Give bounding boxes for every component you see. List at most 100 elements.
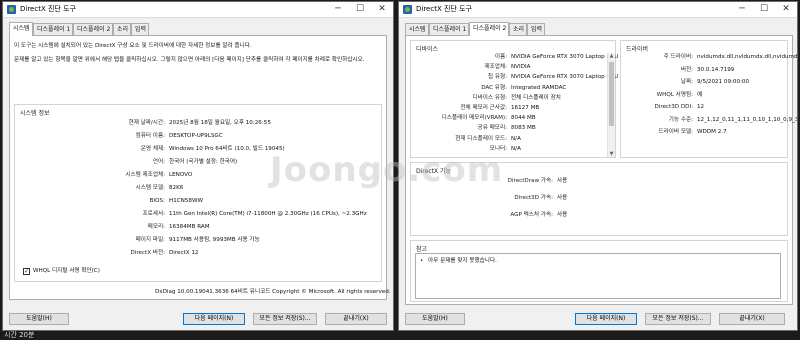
row-value: 16384MB RAM — [169, 224, 210, 230]
whql-label: WHQL 디지털 서명 확인(C) — [33, 268, 100, 274]
row-value: 8044 MB — [511, 115, 536, 122]
row-label: Direct3D DDI: — [654, 104, 693, 110]
tab-system[interactable]: 시스템 — [9, 22, 33, 36]
row-value: NVIDIA GeForce RTX 3070 Laptop GPU — [511, 74, 619, 81]
row-label: DAC 유형: — [481, 84, 507, 91]
row-label: DirectX 버전: — [130, 250, 165, 256]
row-label: 메모리: — [147, 224, 165, 230]
window-title: DirectX 진단 도구 — [416, 5, 472, 13]
tab-display-2[interactable]: 디스플레이 2 — [73, 23, 113, 35]
tab-system[interactable]: 시스템 — [405, 23, 429, 35]
row-label: 디스플레이 메모리(VRAM): — [441, 115, 507, 122]
tab-sound[interactable]: 소리 — [113, 23, 131, 35]
row-value: 사용 — [557, 212, 568, 218]
notes-group: 참고 • 아무 문제를 찾지 못했습니다. — [410, 240, 788, 302]
row-label: 버전: — [680, 66, 693, 73]
row-value: 16127 MB — [511, 105, 540, 111]
notes-group-title: 참고 — [416, 246, 428, 253]
row-label: 시스템 모델: — [135, 185, 165, 191]
driver-group-title: 드라이버 — [626, 46, 649, 53]
close-icon[interactable]: ✕ — [775, 2, 797, 17]
scroll-up-icon[interactable]: ▲ — [608, 53, 615, 59]
row-label: 컴퓨터 이름: — [135, 133, 165, 139]
row-label: WHQL 서명됨: — [656, 91, 693, 98]
row-value: 사용 — [557, 178, 568, 184]
row-value: N/A — [511, 145, 521, 152]
intro-text: 이 도구는 시스템에 설치되어 있는 DirectX 구성 요소 및 드라이버에… — [14, 43, 252, 49]
tab-input[interactable]: 입력 — [131, 23, 149, 35]
save-all-info-button[interactable]: 모든 정보 저장(S)... — [253, 313, 317, 325]
row-value: 30.0.14.7199 — [697, 66, 735, 73]
watermark-logo: Joongo.com — [270, 150, 504, 190]
title-bar[interactable]: DirectX 진단 도구 ─ ☐ ✕ — [3, 2, 393, 18]
row-label: 기능 수준: — [668, 116, 693, 123]
row-value: 한국어 (국가별 설정: 한국어) — [169, 159, 238, 165]
device-group: 디바이스 이름: NVIDIA GeForce RTX 3070 Laptop G… — [410, 40, 619, 158]
row-label: 시스템 제조업체: — [125, 172, 165, 178]
row-label: 칩 유형: — [487, 74, 507, 81]
row-value: Windows 10 Pro 64비트 (10.0, 빌드 19045) — [169, 146, 285, 152]
row-value: NVIDIA — [511, 64, 531, 71]
note-bullet: • — [420, 258, 424, 264]
row-label: 현재 디스플레이 모드: — [455, 135, 507, 142]
system-info-group: 시스템 정보 현재 날짜/시간: 2025년 8월 18일 월요일, 오후 10:… — [14, 104, 382, 282]
tab-display-1[interactable]: 디스플레이 1 — [429, 23, 469, 35]
tab-input[interactable]: 입력 — [527, 23, 545, 35]
device-group-title: 디바이스 — [416, 46, 439, 53]
row-label: BIOS: — [149, 198, 165, 204]
row-value: DirectX 12 — [169, 250, 199, 256]
row-value: 8083 MB — [511, 125, 536, 132]
notes-box[interactable]: • 아무 문제를 찾지 못했습니다. — [415, 253, 781, 299]
driver-group: 드라이버 주 드라이버: nvldumdx.dll,nvldumdx.dll,nv… — [620, 40, 797, 158]
whql-checkbox[interactable]: ✓ — [23, 268, 30, 275]
exit-button[interactable]: 끝내기(X) — [719, 313, 785, 325]
row-value: DESKTOP-UP9LSGC — [169, 133, 223, 139]
tab-display-2[interactable]: 디스플레이 2 — [469, 22, 509, 36]
group-title: 시스템 정보 — [20, 110, 50, 117]
row-label: 전체 메모리 근사값: — [460, 105, 507, 111]
help-button[interactable]: 도움말(H) — [405, 313, 465, 325]
maximize-icon[interactable]: ☐ — [349, 2, 371, 17]
row-label: 공유 메모리: — [477, 125, 507, 132]
taskbar-text: 시간 20분 — [4, 331, 35, 339]
row-label: 현재 날짜/시간: — [128, 120, 165, 126]
maximize-icon[interactable]: ☐ — [753, 2, 775, 17]
next-page-button[interactable]: 다음 페이지(N) — [183, 313, 245, 325]
row-label: 이름: — [494, 54, 507, 60]
dxdiag-app-icon — [403, 5, 412, 14]
row-value: 11th Gen Intel(R) Core(TM) i7-11800H @ 2… — [169, 211, 367, 217]
row-value: Integrated RAMDAC — [511, 84, 567, 91]
tab-display-1[interactable]: 디스플레이 1 — [33, 23, 73, 35]
row-value: nvldumdx.dll,nvldumdx.dll,nvldumdx.dl — [697, 54, 798, 60]
row-value: 12 — [697, 104, 705, 110]
row-label: Direct3D 가속: — [514, 195, 553, 201]
tab-sound[interactable]: 소리 — [509, 23, 527, 35]
row-label: 프로세서: — [142, 211, 165, 217]
title-bar[interactable]: DirectX 진단 도구 ─ ☐ ✕ — [399, 2, 797, 18]
row-label: 드라이버 모델: — [658, 129, 693, 135]
row-value: 사용 — [557, 195, 568, 201]
intro-text-next-page: 문제를 알고 있는 항목을 알면 위에서 해당 탭을 클릭하십시오. 그렇지 않… — [14, 57, 365, 63]
minimize-icon[interactable]: ─ — [327, 2, 349, 17]
save-all-info-button[interactable]: 모든 정보 저장(S)... — [645, 313, 711, 325]
row-value: 9/5/2021 09:00:00 — [697, 79, 750, 85]
row-label: 날짜: — [680, 79, 693, 85]
row-value: LENOVO — [169, 172, 193, 178]
minimize-icon[interactable]: ─ — [731, 2, 753, 17]
help-button[interactable]: 도움말(H) — [9, 313, 69, 325]
dxdiag-app-icon — [7, 5, 16, 14]
row-label: 페이지 파일: — [135, 237, 165, 243]
scroll-down-icon[interactable]: ▼ — [608, 151, 615, 157]
row-value: WDDM 2.7 — [697, 129, 727, 135]
exit-button[interactable]: 끝내기(X) — [325, 313, 387, 325]
device-scrollbar[interactable]: ▲ ▼ — [607, 53, 615, 157]
scroll-thumb[interactable] — [609, 62, 614, 126]
close-icon[interactable]: ✕ — [371, 2, 393, 17]
row-label: DirectDraw 가속: — [507, 178, 553, 184]
row-value: 예 — [697, 91, 703, 98]
row-value: N/A — [511, 135, 521, 142]
next-page-button[interactable]: 다음 페이지(N) — [575, 313, 637, 325]
row-label: 디바이스 유형: — [472, 94, 507, 101]
row-value: H1CN58WW — [169, 198, 204, 204]
row-label: AGP 텍스처 가속: — [510, 212, 553, 218]
